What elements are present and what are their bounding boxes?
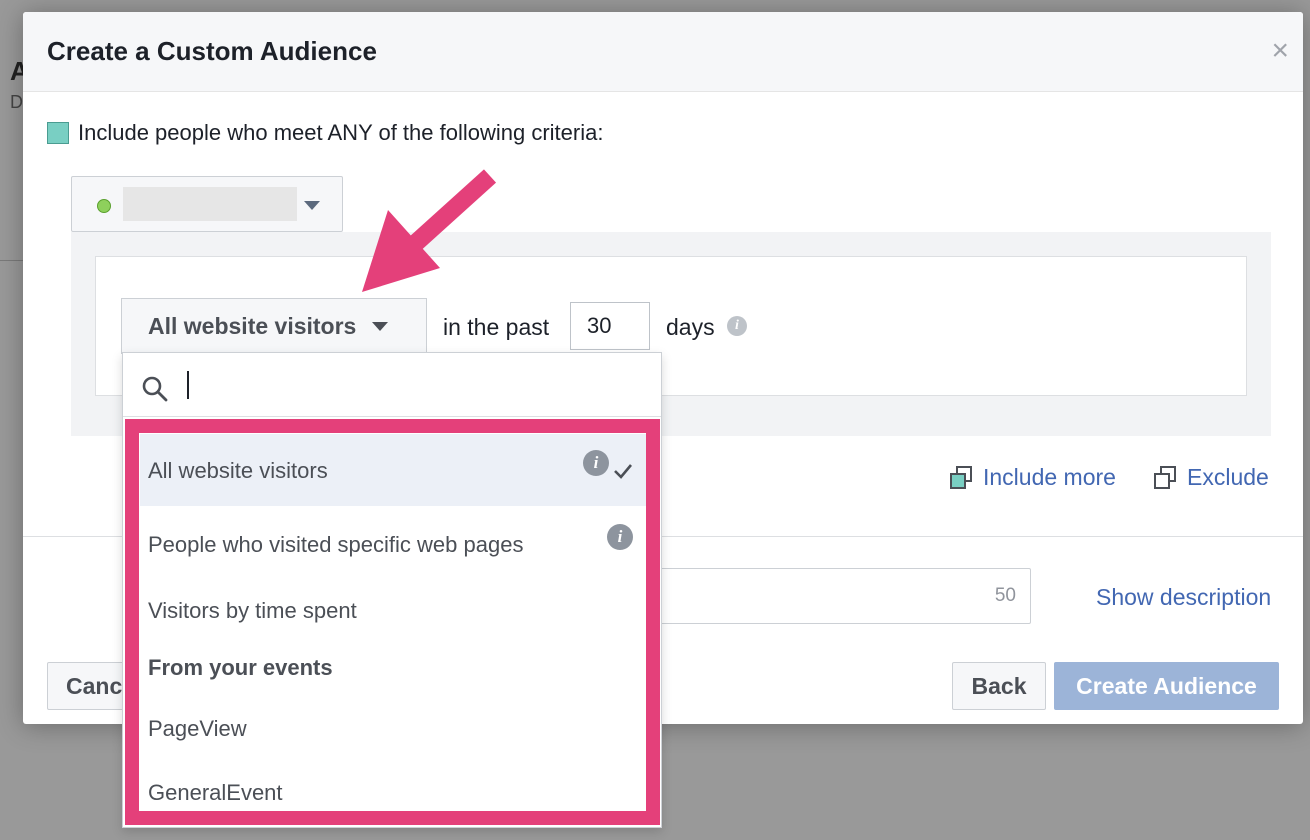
redacted-source-name xyxy=(123,187,297,221)
in-the-past-label: in the past xyxy=(443,314,549,341)
criteria-row: Include people who meet ANY of the follo… xyxy=(47,120,603,146)
background-divider xyxy=(0,260,24,261)
option-label: People who visited specific web pages xyxy=(148,532,523,558)
info-icon[interactable]: i xyxy=(727,316,747,336)
dialog-title: Create a Custom Audience xyxy=(47,36,377,67)
option-label: GeneralEvent xyxy=(148,780,283,806)
criteria-text: Include people who meet ANY of the follo… xyxy=(78,120,603,146)
include-more-link[interactable]: Include more xyxy=(950,464,1116,491)
visitors-type-dropdown[interactable]: All website visitors xyxy=(121,298,427,354)
option-visitors-by-time-spent[interactable]: Visitors by time spent xyxy=(140,578,646,642)
option-all-website-visitors[interactable]: All website visitors i xyxy=(140,434,646,506)
create-audience-button[interactable]: Create Audience xyxy=(1054,662,1279,710)
search-icon xyxy=(141,375,169,403)
pixel-source-select[interactable] xyxy=(71,176,343,232)
dropdown-search xyxy=(123,353,661,417)
char-limit-counter: 50 xyxy=(995,585,1016,607)
exclude-link[interactable]: Exclude xyxy=(1154,464,1269,491)
show-description-link[interactable]: Show description xyxy=(1096,584,1271,611)
option-specific-web-pages[interactable]: People who visited specific web pages i xyxy=(140,506,646,578)
option-event-generalevent[interactable]: GeneralEvent xyxy=(140,760,646,812)
option-label: All website visitors xyxy=(148,458,328,484)
exclude-icon xyxy=(1154,466,1178,490)
events-section-header: From your events xyxy=(148,655,333,681)
background-subtext: D xyxy=(10,92,23,113)
option-label: PageView xyxy=(148,716,247,742)
include-more-icon xyxy=(950,466,974,490)
criteria-color-swatch xyxy=(47,122,69,144)
info-icon[interactable]: i xyxy=(583,450,609,476)
status-dot-icon xyxy=(97,199,111,213)
chevron-down-icon xyxy=(372,322,388,331)
chevron-down-icon xyxy=(304,201,320,210)
exclude-label: Exclude xyxy=(1187,464,1269,491)
back-button[interactable]: Back xyxy=(952,662,1046,710)
option-event-pageview[interactable]: PageView xyxy=(140,696,646,760)
checkmark-icon xyxy=(612,460,634,482)
days-label: days xyxy=(666,314,715,341)
dropdown-search-input[interactable] xyxy=(185,365,645,405)
info-icon[interactable]: i xyxy=(607,524,633,550)
days-input[interactable] xyxy=(570,302,650,350)
option-label: Visitors by time spent xyxy=(148,598,357,624)
visitors-type-label: All website visitors xyxy=(148,313,356,340)
audience-name-input[interactable]: 50 xyxy=(623,568,1031,624)
include-more-label: Include more xyxy=(983,464,1116,491)
dialog-header: Create a Custom Audience × xyxy=(23,12,1303,92)
close-icon[interactable]: × xyxy=(1271,36,1289,66)
